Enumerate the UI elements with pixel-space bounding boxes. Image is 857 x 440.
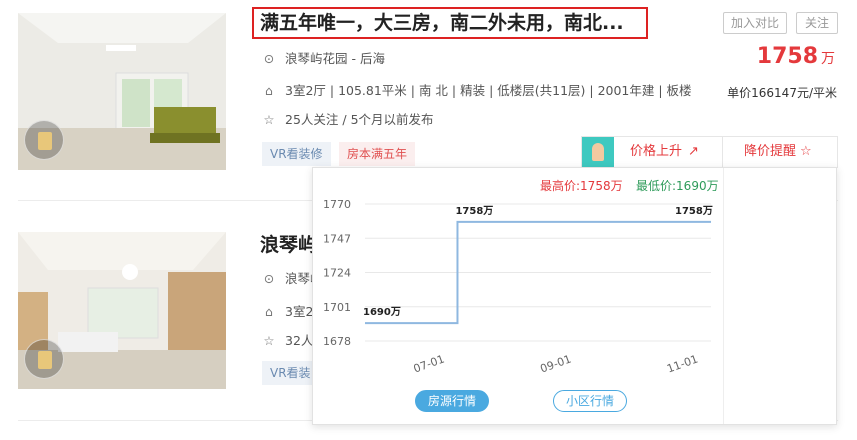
price-unit: 万 xyxy=(821,51,835,67)
y-tick-label: 1724 xyxy=(323,267,351,280)
follow-info-text: 32人 xyxy=(285,333,314,348)
y-tick-label: 1678 xyxy=(323,335,351,348)
add-compare-button[interactable]: 加入对比 xyxy=(723,12,787,34)
tag-vr: VR看装 xyxy=(262,361,319,385)
vr-badge-icon xyxy=(24,339,64,379)
data-label: 1690万 xyxy=(363,306,401,318)
data-label: 1758万 xyxy=(675,205,713,217)
price-value: 1758 xyxy=(756,44,818,69)
price-up-trigger[interactable]: 价格上升 ↗ xyxy=(630,137,699,167)
house-info-row: ⌂ 3室2 xyxy=(262,301,313,320)
listing-title[interactable]: 浪琴屿 xyxy=(260,230,317,257)
location-pin-icon: ⊙ xyxy=(263,51,275,66)
listing-title[interactable]: 满五年唯一，大三房，南二外未用，南北... xyxy=(252,7,648,39)
location-pin-icon: ⊙ xyxy=(263,271,275,286)
popup-divider xyxy=(723,168,724,424)
price-alert-label: 降价提醒 xyxy=(744,144,797,159)
star-icon: ☆ xyxy=(263,333,275,348)
price-line-chart: 1678 1701 1724 1747 1770 07-01 09-01 11-01 1690万… xyxy=(323,198,713,376)
follow-info-row: ☆ 32人 xyxy=(262,330,313,349)
y-tick-label: 1770 xyxy=(323,198,351,211)
house-info-text: 3室2 xyxy=(285,304,314,319)
tab-community-market[interactable]: 小区行情 xyxy=(553,390,627,412)
x-tick-label: 09-01 xyxy=(538,352,572,375)
price-trend-bar: 价格上升 ↗ 降价提醒 ☆ xyxy=(581,136,838,168)
total-price: 1758 万 xyxy=(757,44,835,69)
listing-thumbnail[interactable] xyxy=(18,13,226,170)
tag-five-years: 房本满五年 xyxy=(339,142,416,166)
listing-thumbnail[interactable] xyxy=(18,232,226,389)
home-icon: ⌂ xyxy=(265,83,273,98)
tab-house-market[interactable]: 房源行情 xyxy=(415,390,489,412)
y-tick-label: 1701 xyxy=(323,301,351,314)
house-info-row: ⌂ 3室2厅 | 105.81平米 | 南 北 | 精装 | 低楼层(共11层) … xyxy=(262,80,692,99)
star-icon: ☆ xyxy=(263,112,275,127)
star-outline-icon: ☆ xyxy=(800,144,812,159)
data-label: 1758万 xyxy=(455,205,493,217)
y-tick-label: 1747 xyxy=(323,232,351,245)
unit-price: 单价166147元/平米 xyxy=(727,86,837,100)
follow-info-text: 25人关注 / 5个月以前发布 xyxy=(285,112,434,127)
price-trend-popup: 最高价:1758万 最低价:1690万 1678 1701 1724 1747 1770… xyxy=(312,167,837,425)
follow-button[interactable]: 关注 xyxy=(796,12,838,34)
location-text[interactable]: 浪琴屿花园 - 后海 xyxy=(285,51,385,66)
home-icon: ⌂ xyxy=(265,304,273,319)
price-alert-button[interactable]: 降价提醒 ☆ xyxy=(744,137,812,167)
trend-up-icon: ↗ xyxy=(688,144,699,159)
tag-vr: VR看装修 xyxy=(262,142,331,166)
x-tick-label: 11-01 xyxy=(665,352,699,375)
follow-info-row: ☆ 25人关注 / 5个月以前发布 xyxy=(262,109,434,128)
x-tick-label: 07-01 xyxy=(412,352,446,375)
agent-avatar[interactable] xyxy=(582,137,614,167)
price-up-label: 价格上升 xyxy=(630,144,683,159)
divider xyxy=(722,137,723,167)
house-info-text: 3室2厅 | 105.81平米 | 南 北 | 精装 | 低楼层(共11层) |… xyxy=(285,83,692,98)
location-row: ⊙ 浪琴屿花园 - 后海 xyxy=(262,48,385,67)
vr-badge-icon xyxy=(24,120,64,160)
